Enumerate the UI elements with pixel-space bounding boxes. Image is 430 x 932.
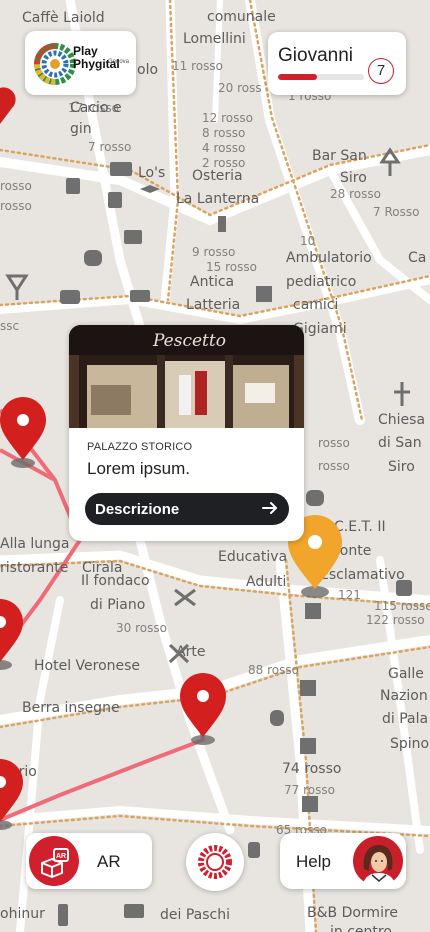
svg-text:Latteria: Latteria — [186, 297, 240, 313]
svg-text:11 rosso: 11 rosso — [172, 59, 223, 73]
ar-button[interactable]: AR AR — [26, 833, 152, 889]
svg-text:4 rosso: 4 rosso — [202, 141, 245, 155]
svg-text:Ambulatorio: Ambulatorio — [286, 250, 372, 266]
svg-text:74 rosso: 74 rosso — [282, 761, 341, 777]
svg-text:rosso: rosso — [0, 199, 32, 213]
logo-text-sub: Genova — [108, 59, 130, 65]
svg-text:Alla lunga: Alla lunga — [0, 536, 70, 552]
svg-text:Lomellini: Lomellini — [183, 31, 246, 47]
svg-text:Cacio e: Cacio e — [70, 100, 122, 116]
svg-text:Siro: Siro — [388, 459, 415, 475]
poi-title: Lorem ipsum. — [87, 459, 190, 478]
poi-popup-card[interactable]: Pescetto PALAZZO STORICO Lorem ipsum. De… — [69, 325, 304, 541]
app-logo: Play Phygital Genova — [25, 31, 136, 95]
svg-text:7 Rosso: 7 Rosso — [373, 205, 419, 219]
svg-text:Galle: Galle — [388, 666, 424, 682]
svg-text:28 rosso: 28 rosso — [330, 187, 381, 201]
svg-text:Adulti: Adulti — [246, 574, 286, 590]
svg-text:15 rosso: 15 rosso — [206, 260, 257, 274]
guide-avatar-icon — [353, 836, 403, 887]
svg-text:dei Paschi: dei Paschi — [160, 907, 230, 923]
svg-text:121: 121 — [338, 588, 361, 602]
center-location-button[interactable] — [186, 833, 244, 891]
svg-text:B&B Dormire: B&B Dormire — [307, 905, 398, 921]
svg-text:di Pala: di Pala — [382, 711, 428, 727]
svg-text:Educativa: Educativa — [218, 549, 287, 565]
help-button-label: Help — [296, 852, 331, 871]
svg-text:77 rosso: 77 rosso — [284, 783, 335, 797]
arrow-right-icon — [262, 502, 277, 514]
svg-text:12 rosso: 12 rosso — [202, 111, 253, 125]
svg-text:7 rosso: 7 rosso — [88, 140, 131, 154]
svg-text:Caffè Laiold: Caffè Laiold — [22, 10, 105, 26]
svg-text:Osteria: Osteria — [192, 168, 243, 184]
ar-button-label: AR — [97, 852, 121, 871]
svg-text:Chiesa: Chiesa — [378, 412, 425, 428]
svg-text:ssc: ssc — [0, 319, 19, 333]
user-progress-bar — [278, 74, 364, 80]
svg-text:La Lanterna: La Lanterna — [176, 191, 259, 207]
svg-text:AR: AR — [56, 853, 66, 860]
poi-photo: Pescetto — [69, 325, 304, 428]
svg-text:gin: gin — [70, 121, 92, 137]
svg-text:Berra insegne: Berra insegne — [22, 700, 120, 716]
svg-text:Hotel Veronese: Hotel Veronese — [34, 658, 140, 674]
svg-text:122 rosso: 122 rosso — [366, 613, 425, 627]
svg-text:Siro: Siro — [340, 170, 367, 186]
user-level-badge: 7 — [368, 58, 394, 84]
svg-text:rosso: rosso — [318, 459, 350, 473]
description-button[interactable]: Descrizione — [85, 493, 289, 525]
svg-text:C.E.T. II: C.E.T. II — [334, 519, 386, 535]
svg-text:8 rosso: 8 rosso — [202, 126, 245, 140]
svg-text:olo: olo — [137, 62, 158, 78]
user-name: Giovanni — [278, 45, 353, 66]
svg-text:20 ross: 20 ross — [218, 81, 262, 95]
svg-text:in centro: in centro — [330, 924, 392, 932]
svg-text:di Piano: di Piano — [90, 597, 145, 613]
svg-text:comunale: comunale — [207, 9, 276, 25]
poi-photo-sign: Pescetto — [153, 331, 226, 351]
svg-text:ohinur: ohinur — [0, 906, 45, 922]
poi-category: PALAZZO STORICO — [87, 441, 193, 453]
svg-text:Antica: Antica — [190, 274, 234, 290]
ar-cube-icon: AR — [29, 836, 79, 886]
svg-text:Esclamativo: Esclamativo — [320, 567, 405, 583]
svg-text:Spino: Spino — [390, 736, 429, 752]
svg-text:Lo's: Lo's — [138, 165, 165, 181]
svg-text:Bar San: Bar San — [312, 148, 367, 164]
svg-text:Il fondaco: Il fondaco — [81, 573, 150, 589]
svg-text:Ca: Ca — [408, 250, 426, 266]
svg-text:pediatrico: pediatrico — [286, 274, 356, 290]
svg-text:rosso: rosso — [318, 436, 350, 450]
svg-text:Nazion: Nazion — [380, 688, 428, 704]
svg-text:30 rosso: 30 rosso — [116, 621, 167, 635]
user-profile-card[interactable]: Giovanni 7 — [268, 32, 406, 95]
svg-text:rosso: rosso — [0, 179, 32, 193]
svg-text:88 rosso: 88 rosso — [248, 663, 299, 677]
svg-text:9 rosso: 9 rosso — [192, 245, 235, 259]
svg-text:camici: camici — [293, 297, 338, 313]
description-button-label: Descrizione — [95, 501, 180, 518]
svg-text:ristorante: ristorante — [0, 560, 68, 576]
help-button[interactable]: Help — [280, 833, 406, 889]
svg-text:10: 10 — [300, 234, 315, 248]
svg-text:115 rosso: 115 rosso — [374, 599, 430, 613]
logo-text-play: Play — [73, 44, 98, 58]
svg-text:di San: di San — [378, 435, 422, 451]
red-ring-icon — [198, 845, 232, 879]
user-progress-fill — [278, 74, 317, 80]
